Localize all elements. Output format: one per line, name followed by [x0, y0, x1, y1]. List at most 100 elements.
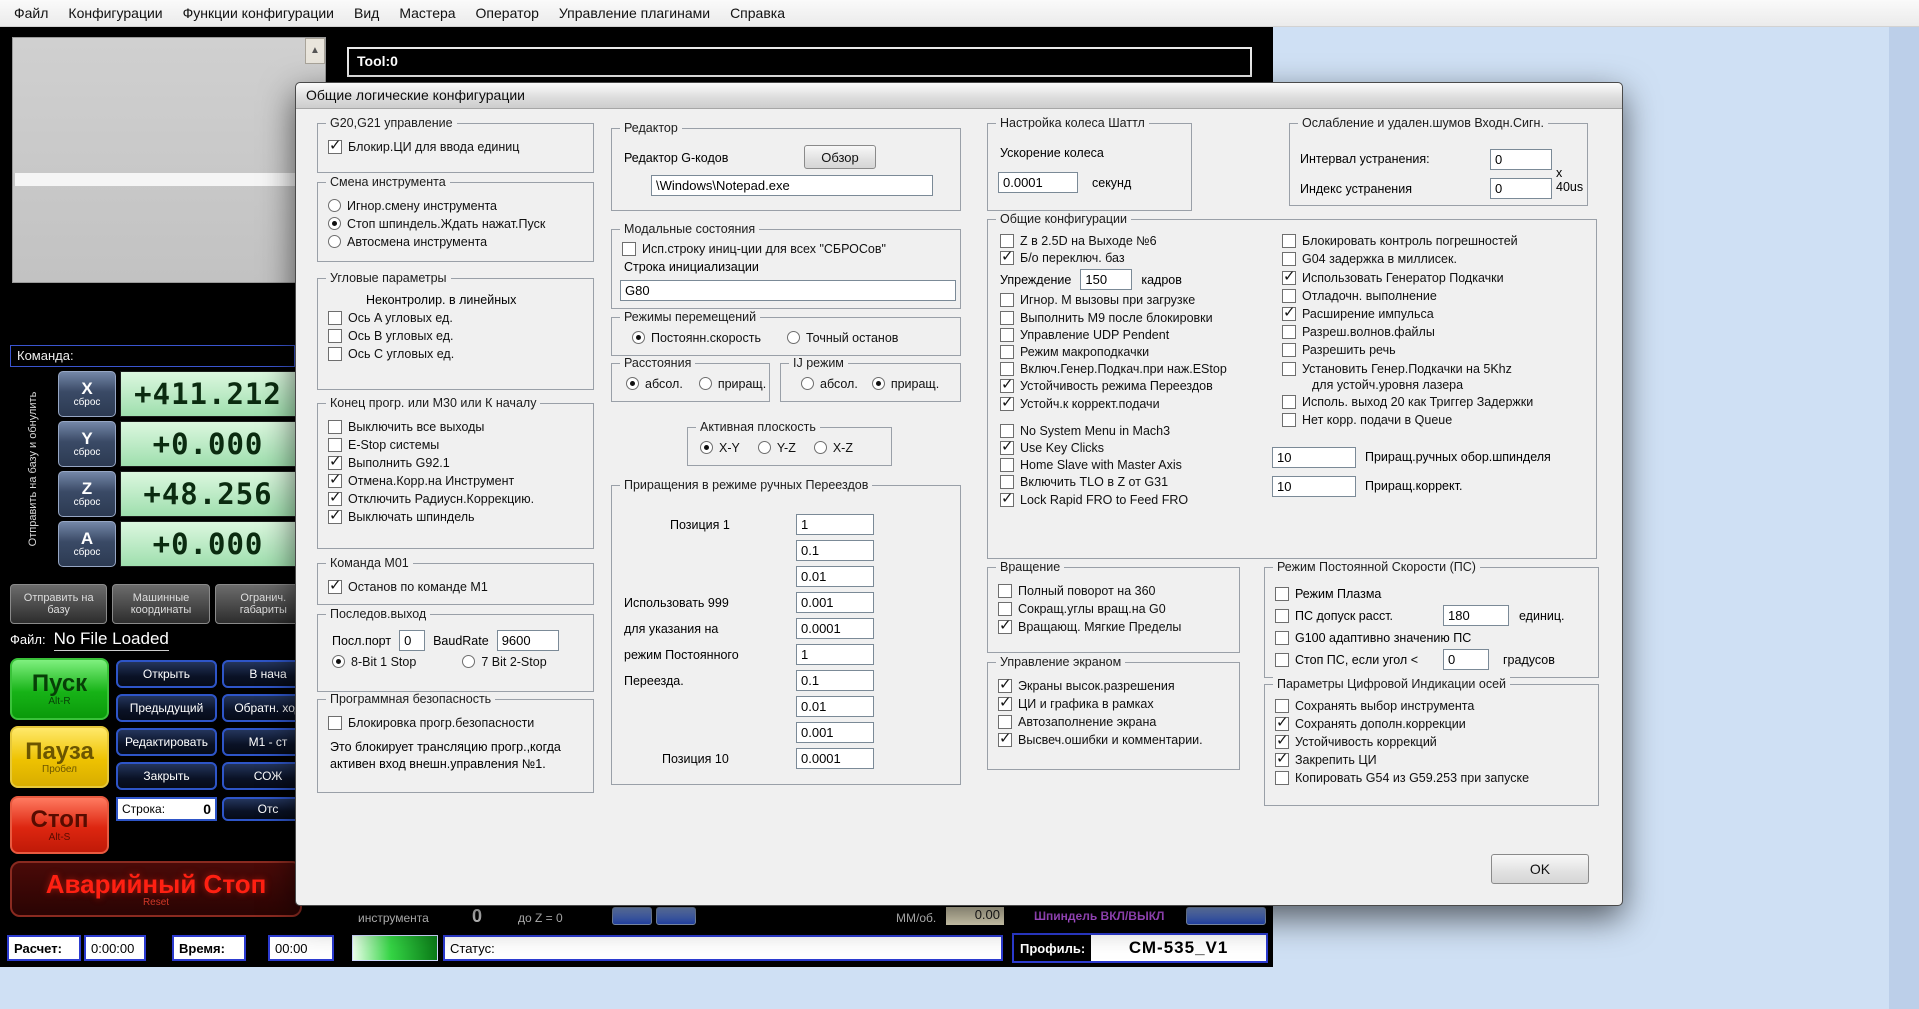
checkbox-row[interactable]: Б/о переключ. баз — [1000, 249, 1272, 266]
checkbox[interactable] — [1282, 288, 1296, 303]
jog-increment-input[interactable] — [796, 644, 874, 665]
checkbox-row[interactable]: Home Slave with Master Axis — [1000, 458, 1272, 473]
checkbox-row[interactable]: Выполнить G92.1 — [328, 454, 593, 471]
radio-button[interactable] — [801, 377, 814, 390]
radio-button[interactable] — [328, 235, 341, 248]
radio-button[interactable] — [698, 377, 712, 390]
jog-increment-input[interactable] — [796, 566, 874, 587]
radio-button[interactable] — [462, 655, 476, 668]
checkbox-row[interactable]: Экраны высок.разрешения — [998, 677, 1239, 694]
checkbox[interactable] — [1282, 361, 1296, 376]
checkbox[interactable] — [328, 138, 342, 154]
axis-zero-button[interactable]: Y сброс — [58, 421, 116, 467]
checkbox[interactable] — [998, 695, 1012, 711]
checkbox[interactable] — [998, 584, 1012, 598]
radio-button[interactable] — [813, 441, 827, 454]
radio-row[interactable]: приращ. — [698, 377, 766, 392]
checkbox-row[interactable]: No System Menu in Mach3 — [1000, 423, 1272, 439]
menu-item[interactable]: Вид — [344, 2, 389, 24]
checkbox[interactable] — [1275, 699, 1289, 713]
lookahead-input[interactable] — [1080, 269, 1133, 291]
spindle-increment-input[interactable] — [1272, 446, 1356, 468]
radio-row[interactable]: Стоп шпиндель.Ждать нажат.Пуск — [328, 217, 593, 232]
checkbox-row[interactable]: Разрешить речь — [1282, 343, 1592, 359]
checkbox-row[interactable]: Use Key Clicks — [1000, 439, 1272, 456]
browse-button[interactable]: Обзор — [804, 145, 876, 169]
checkbox-row[interactable]: Выключать шпиндель — [328, 508, 593, 525]
checkbox-row[interactable]: Выключить все выходы — [328, 420, 593, 435]
ok-button[interactable]: OK — [1491, 854, 1589, 884]
checkbox[interactable] — [1275, 630, 1289, 645]
editor-path-input[interactable] — [651, 175, 933, 196]
scroll-up-icon[interactable]: ▲ — [305, 38, 325, 64]
gcode-control-button[interactable]: Открыть — [116, 660, 217, 688]
stop-button[interactable]: Стоп Alt-S — [10, 796, 109, 854]
jog-increment-input[interactable] — [796, 722, 874, 743]
checkbox-row[interactable]: ЦИ и графика в рамках — [998, 695, 1239, 712]
checkbox-row[interactable]: Останов по команде M1 — [328, 578, 593, 595]
checkbox-row[interactable]: Режим Плазма — [1275, 583, 1598, 604]
radio-row[interactable]: Y-Z — [757, 441, 796, 456]
checkbox-row[interactable]: Управление UDP Pendent — [1000, 327, 1272, 343]
jog-increment-input[interactable] — [796, 748, 874, 769]
checkbox-row[interactable]: Автозаполнение экрана — [998, 715, 1239, 730]
checkbox[interactable] — [1275, 608, 1289, 623]
checkbox-row[interactable]: Разреш.волнов.файлы — [1282, 325, 1592, 341]
radio-row[interactable]: абсол. — [626, 377, 683, 392]
checkbox-row[interactable]: Игнор. M вызовы при загрузке — [1000, 293, 1272, 308]
checkbox-row[interactable]: Режим макроподкачки — [1000, 344, 1272, 360]
radio-row[interactable]: X-Y — [700, 441, 740, 456]
checkbox[interactable] — [1000, 293, 1014, 308]
checkbox[interactable] — [328, 329, 342, 343]
checkbox-row[interactable]: Устойчивость коррекций — [1275, 733, 1598, 750]
radio-button[interactable] — [626, 377, 639, 390]
checkbox-row[interactable]: Полный поворот на 360 — [998, 584, 1239, 599]
debounce-index-input[interactable] — [1490, 178, 1552, 199]
checkbox-row[interactable]: Блокировать контроль погрешностей — [1282, 234, 1592, 250]
checkbox[interactable] — [1000, 362, 1014, 377]
reference-button[interactable]: Отправить на базу — [10, 584, 108, 624]
checkbox-row[interactable]: ПС допуск расст. единиц. — [1275, 605, 1598, 626]
checkbox-row[interactable]: Устойч.к коррект.подачи — [1000, 395, 1272, 412]
menu-item[interactable]: Конфигурации — [58, 2, 172, 24]
checkbox[interactable] — [1275, 733, 1289, 749]
checkbox[interactable] — [998, 602, 1012, 616]
dialog-title-bar[interactable]: Общие логические конфигурации — [296, 83, 1622, 109]
gcode-control-button[interactable]: Закрыть — [116, 762, 217, 790]
checkbox[interactable] — [998, 731, 1012, 747]
checkbox[interactable] — [328, 716, 342, 730]
jog-mode-button[interactable] — [612, 907, 652, 925]
checkbox-row[interactable]: Копировать G54 из G59.253 при запуске — [1275, 771, 1598, 786]
radio-row[interactable]: 8-Bit 1 Stop — [332, 655, 416, 670]
checkbox-row[interactable]: Выполнить M9 после блокировки — [1000, 310, 1272, 326]
checkbox[interactable] — [1282, 234, 1296, 249]
jog-increment-input[interactable] — [796, 540, 874, 561]
checkbox[interactable] — [328, 508, 342, 524]
checkbox[interactable] — [1282, 269, 1296, 285]
checkbox-row[interactable]: Блокировка прогр.безопасности — [328, 716, 593, 731]
jog-rate-button[interactable] — [656, 907, 696, 925]
checkbox-row[interactable]: Блокир.ЦИ для ввода единиц — [328, 138, 593, 155]
ref-all-home-strip[interactable]: Отправить на базу и обнулить — [10, 371, 56, 571]
reference-button[interactable]: Машинные координаты — [112, 584, 210, 624]
checkbox[interactable] — [998, 677, 1012, 693]
radio-button[interactable] — [632, 331, 645, 344]
checkbox[interactable] — [998, 715, 1012, 729]
checkbox-row[interactable]: G04 задержка в миллисек. — [1282, 252, 1592, 268]
checkbox[interactable] — [1275, 652, 1289, 667]
checkbox[interactable] — [328, 490, 342, 506]
gcode-control-button[interactable]: Предыдущий — [116, 694, 217, 722]
menu-item[interactable]: Управление плагинами — [549, 2, 720, 24]
menu-item[interactable]: Оператор — [466, 2, 549, 24]
menu-item[interactable]: Функции конфигурации — [173, 2, 344, 24]
checkbox-row[interactable]: Установить Генер.Подкачки на 5Khz для уст… — [1282, 361, 1592, 393]
radio-button[interactable] — [871, 377, 885, 390]
checkbox[interactable] — [328, 311, 342, 325]
axis-dro-value[interactable]: +0.000 — [120, 421, 296, 467]
checkbox-row[interactable]: Включ.Генер.Подкач.при наж.EStop — [1000, 362, 1272, 377]
cv-stop-angle-input[interactable] — [1443, 649, 1489, 670]
checkbox-row[interactable]: Отладочн. выполнение — [1282, 288, 1592, 305]
checkbox[interactable] — [1282, 394, 1296, 409]
checkbox[interactable] — [1000, 475, 1014, 490]
checkbox-row[interactable]: Нет корр. подачи в Queue — [1282, 412, 1592, 429]
